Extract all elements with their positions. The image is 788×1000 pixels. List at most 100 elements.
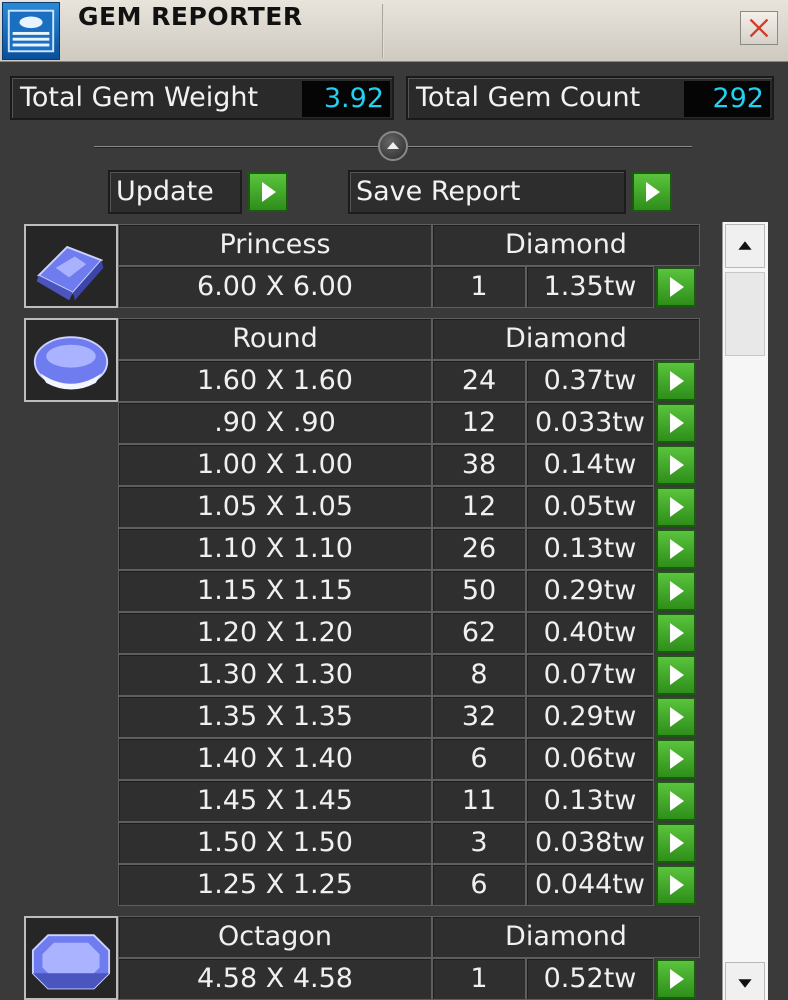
gem-count-cell: 3 bbox=[432, 822, 526, 864]
group-shape-header: Octagon bbox=[118, 916, 432, 958]
row-select-button[interactable] bbox=[656, 487, 696, 527]
play-arrow-icon bbox=[262, 182, 276, 202]
save-report-button[interactable] bbox=[632, 172, 672, 212]
gem-size-cell: 1.50 X 1.50 bbox=[118, 822, 432, 864]
close-icon bbox=[749, 18, 769, 38]
row-select-button[interactable] bbox=[656, 959, 696, 999]
gem-size-cell: .90 X .90 bbox=[118, 402, 432, 444]
row-select-button[interactable] bbox=[656, 571, 696, 611]
group-material-header: Diamond bbox=[432, 916, 700, 958]
window-title: GEM REPORTER bbox=[78, 2, 303, 31]
gem-count-cell: 62 bbox=[432, 612, 526, 654]
gem-weight-cell: 0.06tw bbox=[526, 738, 654, 780]
scroll-down-button[interactable] bbox=[725, 962, 765, 1000]
row-select-button[interactable] bbox=[656, 739, 696, 779]
gem-weight-cell: 0.37tw bbox=[526, 360, 654, 402]
gem-weight-cell: 0.29tw bbox=[526, 696, 654, 738]
gem-size-cell: 1.20 X 1.20 bbox=[118, 612, 432, 654]
play-arrow-icon bbox=[646, 182, 660, 202]
update-button[interactable] bbox=[248, 172, 288, 212]
gem-size-cell: 1.05 X 1.05 bbox=[118, 486, 432, 528]
gem-size-cell: 4.58 X 4.58 bbox=[118, 958, 432, 1000]
arrow-up-icon bbox=[738, 241, 752, 250]
gem-size-cell: 1.45 X 1.45 bbox=[118, 780, 432, 822]
row-select-button[interactable] bbox=[656, 655, 696, 695]
gem-size-cell: 1.10 X 1.10 bbox=[118, 528, 432, 570]
update-field: Update bbox=[108, 170, 242, 214]
gem-count-cell: 38 bbox=[432, 444, 526, 486]
gem-weight-cell: 0.52tw bbox=[526, 958, 654, 1000]
octagon-gem-icon bbox=[24, 916, 118, 1000]
gem-weight-cell: 0.40tw bbox=[526, 612, 654, 654]
row-select-button[interactable] bbox=[656, 267, 696, 307]
group-shape-header: Round bbox=[118, 318, 432, 360]
row-select-button[interactable] bbox=[656, 781, 696, 821]
group-material-header: Diamond bbox=[432, 224, 700, 266]
gem-size-cell: 1.15 X 1.15 bbox=[118, 570, 432, 612]
gem-weight-cell: 0.033tw bbox=[526, 402, 654, 444]
gem-weight-cell: 0.05tw bbox=[526, 486, 654, 528]
total-weight-box: Total Gem Weight 3.92 bbox=[10, 76, 394, 120]
gem-count-cell: 1 bbox=[432, 958, 526, 1000]
play-arrow-icon bbox=[670, 875, 684, 895]
gem-size-cell: 1.35 X 1.35 bbox=[118, 696, 432, 738]
gem-list[interactable]: Princess Diamond 6.00 X 6.00 1 1.35tw Round Di… bbox=[6, 222, 722, 1000]
row-select-button[interactable] bbox=[656, 823, 696, 863]
gem-weight-cell: 0.038tw bbox=[526, 822, 654, 864]
gem-weight-cell: 0.13tw bbox=[526, 780, 654, 822]
play-arrow-icon bbox=[670, 497, 684, 517]
play-arrow-icon bbox=[670, 749, 684, 769]
total-weight-value: 3.92 bbox=[302, 81, 390, 117]
gem-weight-cell: 0.044tw bbox=[526, 864, 654, 906]
gem-count-cell: 50 bbox=[432, 570, 526, 612]
app-report-icon bbox=[2, 2, 60, 60]
gem-count-cell: 26 bbox=[432, 528, 526, 570]
gem-weight-cell: 0.07tw bbox=[526, 654, 654, 696]
gem-weight-cell: 0.14tw bbox=[526, 444, 654, 486]
gem-count-cell: 32 bbox=[432, 696, 526, 738]
row-select-button[interactable] bbox=[656, 445, 696, 485]
group-material-header: Diamond bbox=[432, 318, 700, 360]
gem-size-cell: 1.40 X 1.40 bbox=[118, 738, 432, 780]
close-button[interactable] bbox=[740, 11, 778, 45]
gem-size-cell: 6.00 X 6.00 bbox=[118, 266, 432, 308]
gem-count-cell: 11 bbox=[432, 780, 526, 822]
row-select-button[interactable] bbox=[656, 865, 696, 905]
row-select-button[interactable] bbox=[656, 529, 696, 569]
play-arrow-icon bbox=[670, 623, 684, 643]
princess-gem-icon bbox=[24, 224, 118, 308]
gem-count-cell: 6 bbox=[432, 738, 526, 780]
row-select-button[interactable] bbox=[656, 613, 696, 653]
play-arrow-icon bbox=[670, 539, 684, 559]
play-arrow-icon bbox=[670, 413, 684, 433]
group-shape-header: Princess bbox=[118, 224, 432, 266]
gem-size-cell: 1.00 X 1.00 bbox=[118, 444, 432, 486]
gem-count-cell: 6 bbox=[432, 864, 526, 906]
total-weight-label: Total Gem Weight bbox=[20, 82, 259, 113]
title-separator bbox=[382, 4, 384, 58]
gem-count-cell: 12 bbox=[432, 486, 526, 528]
play-arrow-icon bbox=[670, 581, 684, 601]
total-count-value: 292 bbox=[684, 81, 770, 117]
total-count-label: Total Gem Count bbox=[416, 82, 641, 113]
save-report-field: Save Report bbox=[348, 170, 626, 214]
play-arrow-icon bbox=[670, 455, 684, 475]
row-select-button[interactable] bbox=[656, 697, 696, 737]
scroll-thumb[interactable] bbox=[725, 272, 765, 356]
gem-count-cell: 12 bbox=[432, 402, 526, 444]
row-select-button[interactable] bbox=[656, 361, 696, 401]
gem-count-cell: 1 bbox=[432, 266, 526, 308]
collapse-button[interactable] bbox=[378, 131, 408, 161]
scroll-up-button[interactable] bbox=[725, 224, 765, 268]
gem-count-cell: 24 bbox=[432, 360, 526, 402]
round-gem-icon bbox=[24, 318, 118, 402]
play-arrow-icon bbox=[670, 277, 684, 297]
gem-size-cell: 1.30 X 1.30 bbox=[118, 654, 432, 696]
row-select-button[interactable] bbox=[656, 403, 696, 443]
title-bar[interactable]: GEM REPORTER bbox=[0, 0, 788, 62]
play-arrow-icon bbox=[670, 707, 684, 727]
play-arrow-icon bbox=[670, 969, 684, 989]
total-count-box: Total Gem Count 292 bbox=[406, 76, 774, 120]
chevron-up-icon bbox=[387, 142, 399, 149]
vertical-scrollbar[interactable] bbox=[722, 222, 768, 1000]
